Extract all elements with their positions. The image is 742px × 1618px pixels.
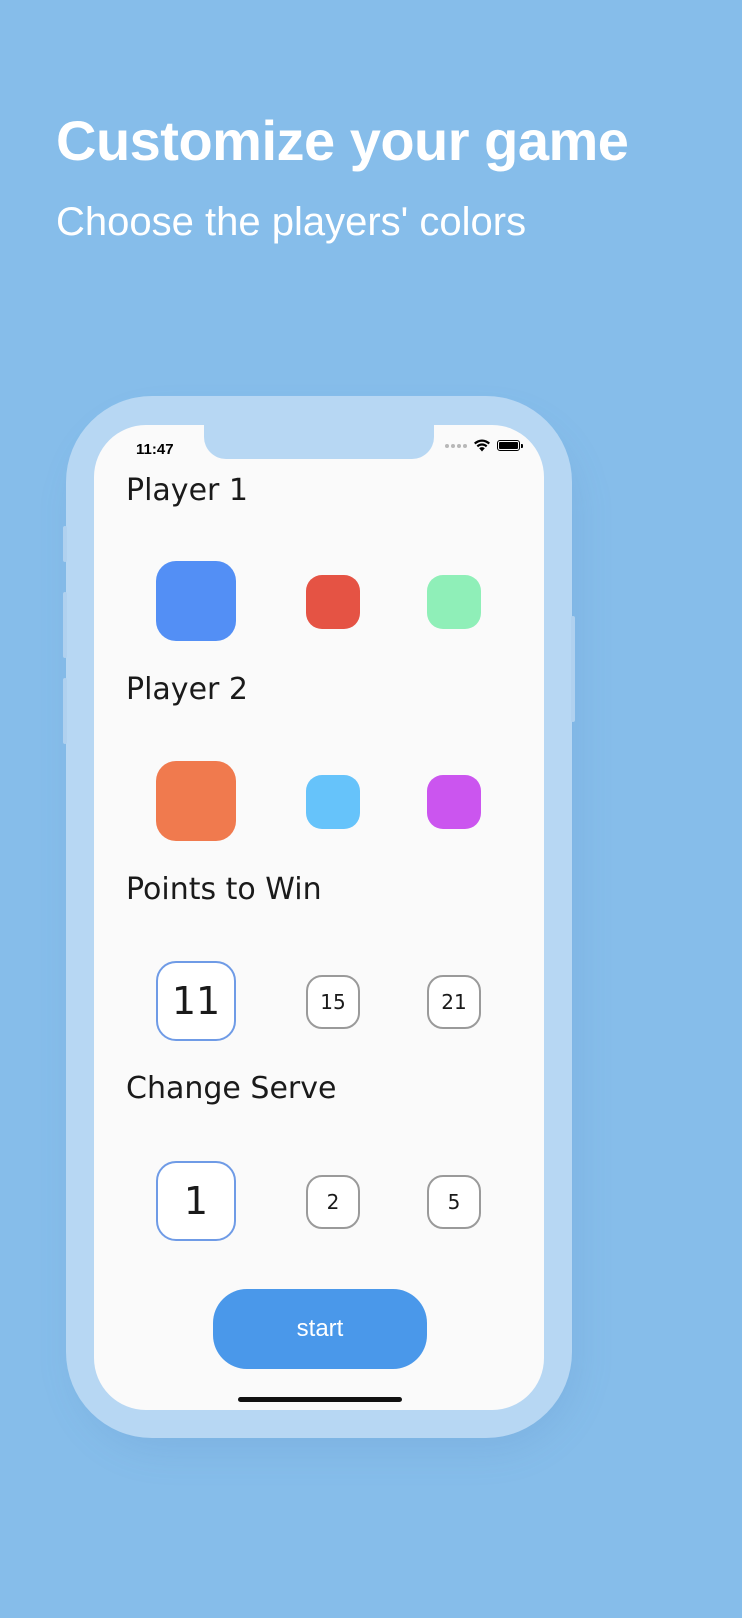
serve-option-1[interactable]: 1 <box>156 1161 236 1241</box>
side-button-power <box>571 616 575 722</box>
change-serve-label: Change Serve <box>126 1071 337 1106</box>
player1-color-option-2[interactable] <box>306 575 360 629</box>
player2-color-option-3[interactable] <box>427 775 481 829</box>
wifi-icon <box>474 439 490 452</box>
player2-color-option-2[interactable] <box>306 775 360 829</box>
side-button-silent <box>63 526 67 562</box>
player2-color-option-1[interactable] <box>156 761 236 841</box>
side-button-volume-up <box>63 592 67 658</box>
points-option-15[interactable]: 15 <box>306 975 360 1029</box>
side-button-volume-down <box>63 678 67 744</box>
phone-notch <box>204 425 434 459</box>
promo-subheadline: Choose the players' colors <box>56 200 527 244</box>
serve-option-2[interactable]: 2 <box>306 1175 360 1229</box>
serve-option-5[interactable]: 5 <box>427 1175 481 1229</box>
signal-dots-icon <box>445 443 467 448</box>
start-button[interactable]: start <box>213 1289 427 1369</box>
player1-color-option-3[interactable] <box>427 575 481 629</box>
points-option-21[interactable]: 21 <box>427 975 481 1029</box>
status-time: 11:47 <box>136 441 174 458</box>
player1-color-option-1[interactable] <box>156 561 236 641</box>
phone-screen: 11:47 Player 1 Player 2 Points to Win 11… <box>94 425 544 1410</box>
player2-label: Player 2 <box>126 672 248 707</box>
home-indicator <box>238 1397 402 1402</box>
status-icons <box>445 439 523 452</box>
player1-label: Player 1 <box>126 473 248 508</box>
points-to-win-label: Points to Win <box>126 872 322 907</box>
points-option-11[interactable]: 11 <box>156 961 236 1041</box>
promo-headline: Customize your game <box>56 109 629 172</box>
battery-icon <box>497 440 523 451</box>
